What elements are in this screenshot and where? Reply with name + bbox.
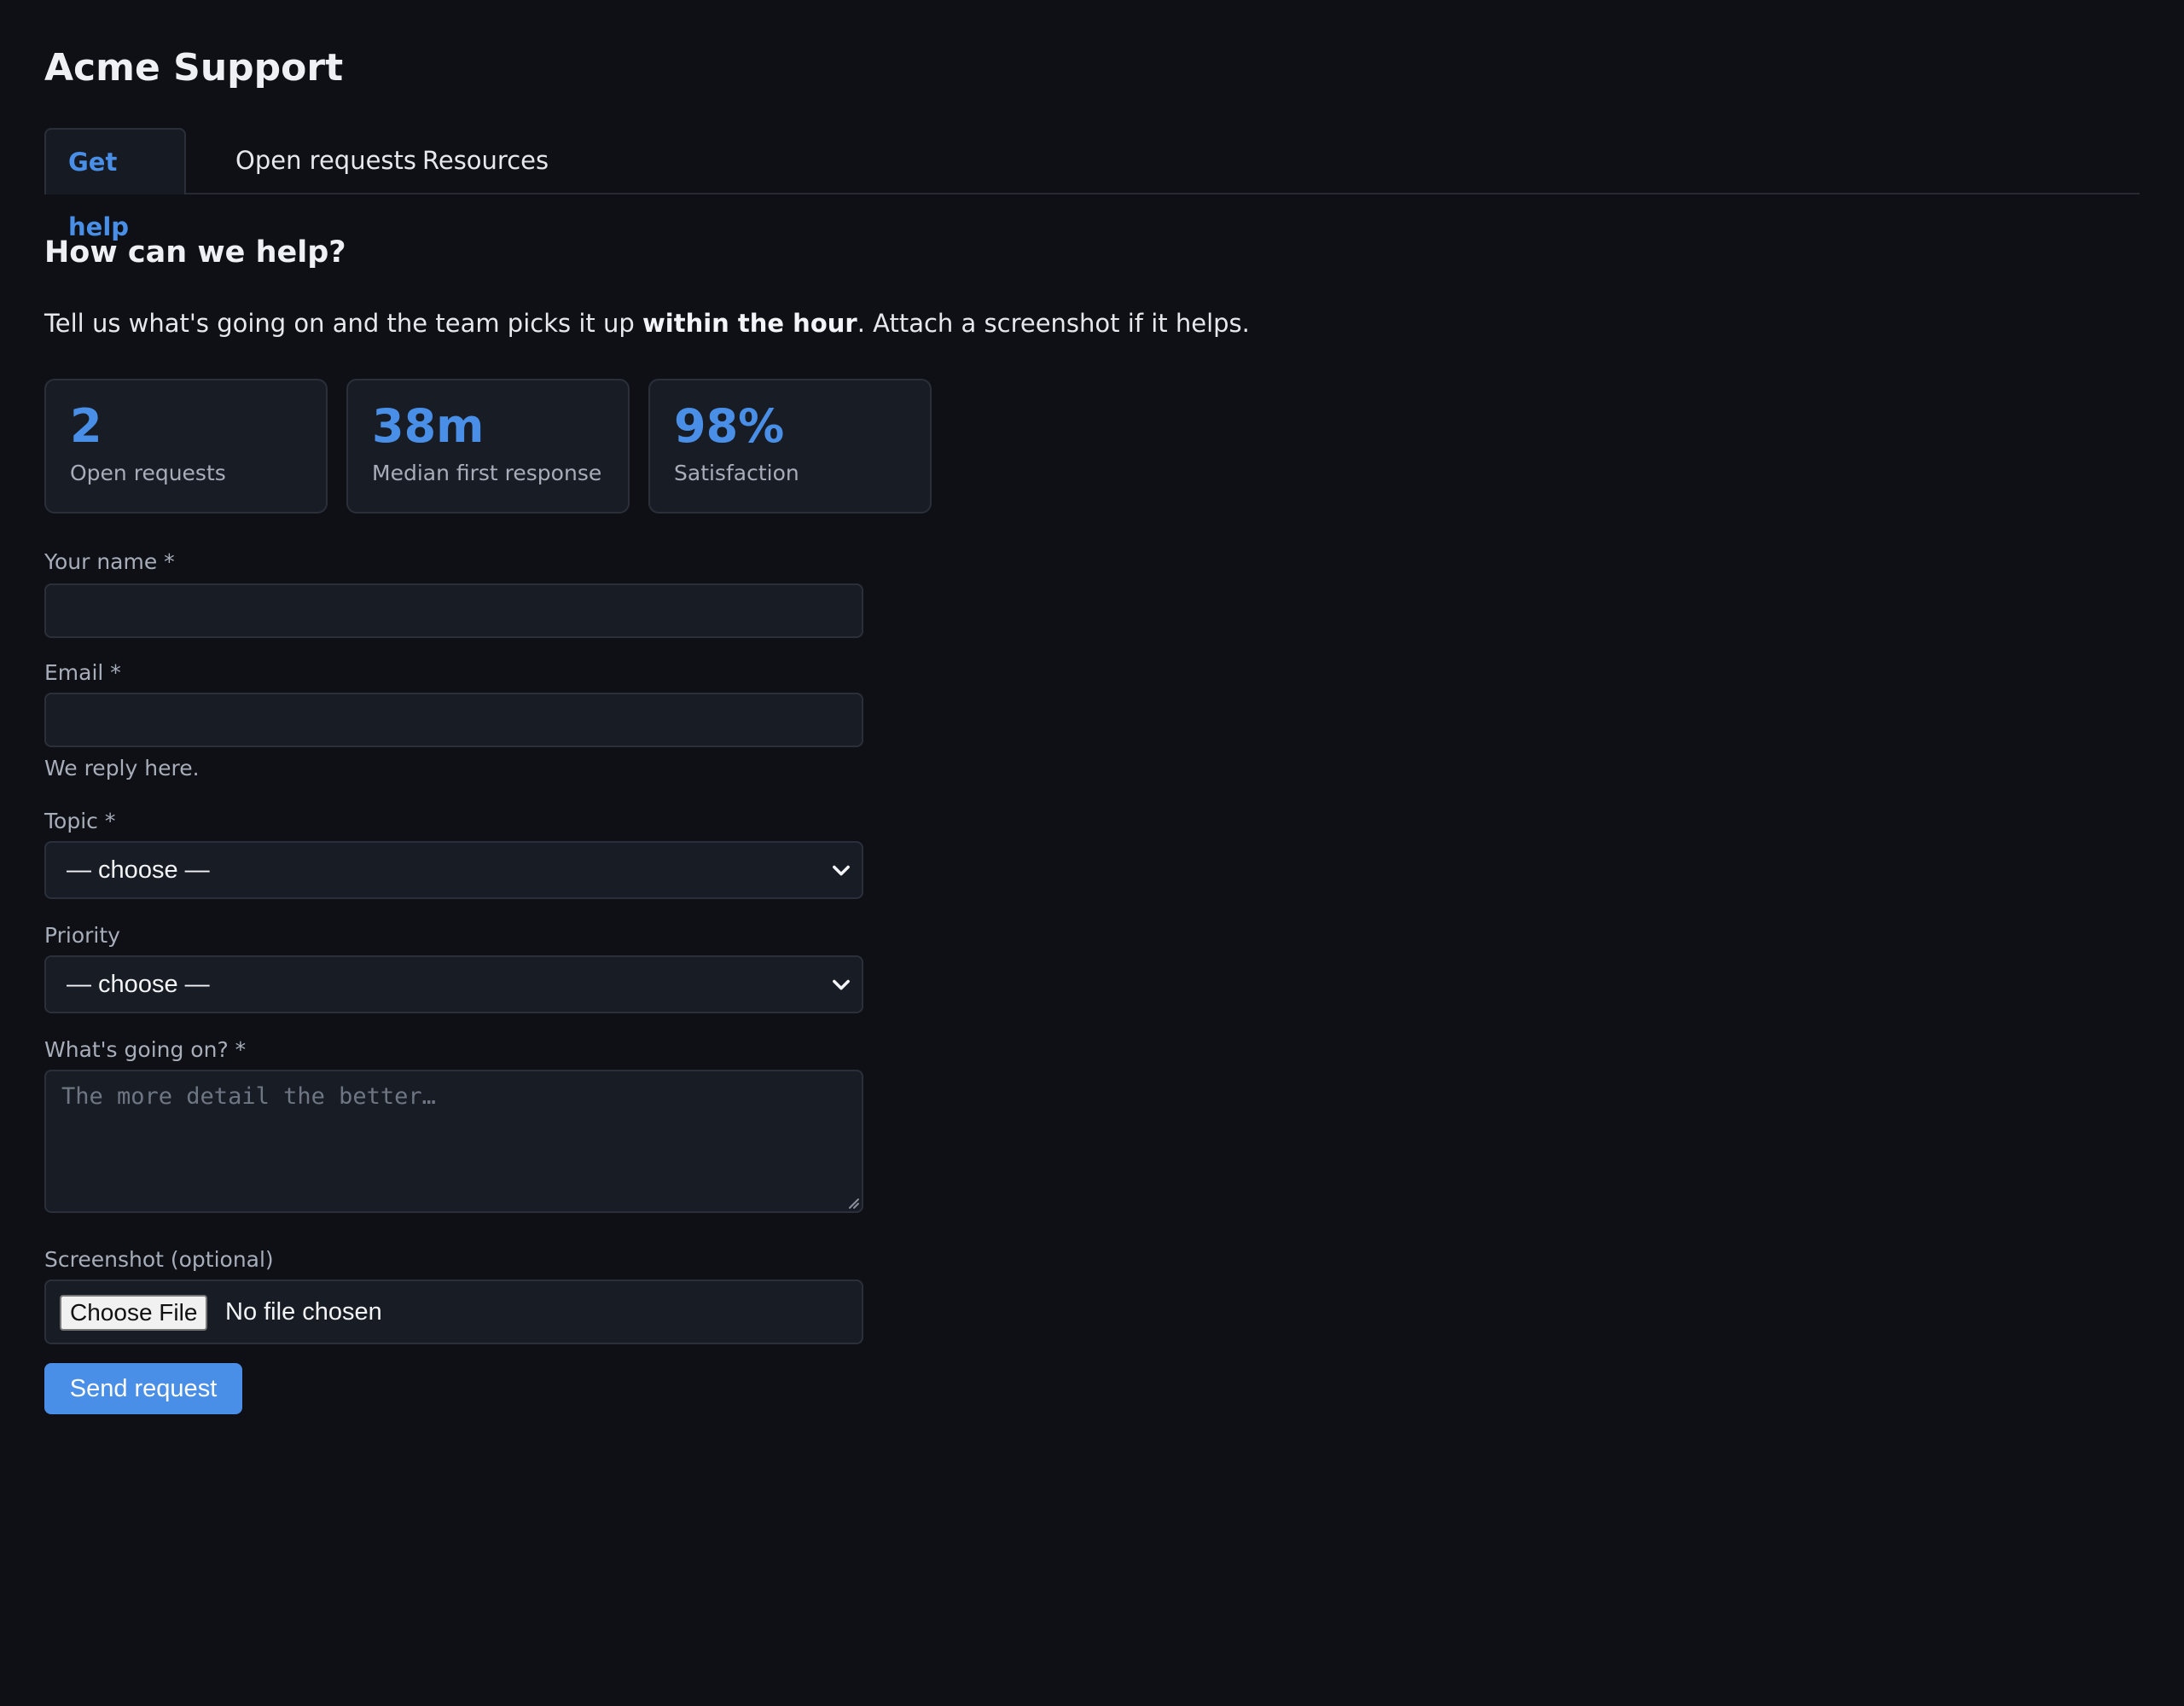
tab-bar: Get help Open requests Resources <box>44 128 2140 241</box>
intro-text: Tell us what's going on and the team pic… <box>44 309 1250 338</box>
name-input[interactable] <box>44 583 863 638</box>
stat-value: 98% <box>674 399 785 453</box>
intro-text-emphasis: within the hour <box>642 309 857 338</box>
stat-label: Open requests <box>70 461 226 485</box>
stat-card-median-first-response: 38m Median first response <box>346 379 630 514</box>
email-hint: We reply here. <box>44 756 200 780</box>
topic-selected-value: — choose — <box>67 856 210 884</box>
topic-label: Topic * <box>44 809 116 833</box>
priority-label: Priority <box>44 923 120 948</box>
priority-selected-value: — choose — <box>67 971 210 998</box>
tab-get-help[interactable]: Get help <box>44 128 186 241</box>
name-label: Your name * <box>44 549 175 574</box>
details-field <box>44 1070 863 1213</box>
app-title: Acme Support <box>44 46 344 90</box>
chevron-down-icon <box>833 865 850 876</box>
topic-select[interactable]: — choose — <box>44 841 863 899</box>
file-status: No file chosen <box>225 1298 382 1326</box>
email-input[interactable] <box>44 693 863 747</box>
intro-text-end: . Attach a screenshot if it helps. <box>857 309 1250 338</box>
stat-label: Satisfaction <box>674 461 799 485</box>
details-textarea[interactable] <box>44 1070 863 1213</box>
screenshot-file-input: Choose File No file chosen <box>44 1280 863 1344</box>
stat-value: 2 <box>70 399 102 453</box>
intro-text-start: Tell us what's going on and the team pic… <box>44 309 642 338</box>
chevron-down-icon <box>833 979 850 990</box>
section-heading: How can we help? <box>44 235 346 270</box>
screenshot-label: Screenshot (optional) <box>44 1247 274 1272</box>
details-label: What's going on? * <box>44 1037 247 1062</box>
send-request-button[interactable]: Send request <box>44 1363 242 1414</box>
stat-card-open-requests: 2 Open requests <box>44 379 328 514</box>
email-label: Email * <box>44 660 121 685</box>
stat-label: Median first response <box>372 461 602 485</box>
resize-handle-icon[interactable] <box>845 1194 860 1210</box>
choose-file-button[interactable]: Choose File <box>60 1295 208 1331</box>
tab-open-requests[interactable]: Open requests <box>235 128 416 193</box>
tab-resources[interactable]: Resources <box>422 128 549 193</box>
stat-value: 38m <box>372 399 485 453</box>
stat-card-satisfaction: 98% Satisfaction <box>648 379 932 514</box>
priority-select[interactable]: — choose — <box>44 955 863 1013</box>
